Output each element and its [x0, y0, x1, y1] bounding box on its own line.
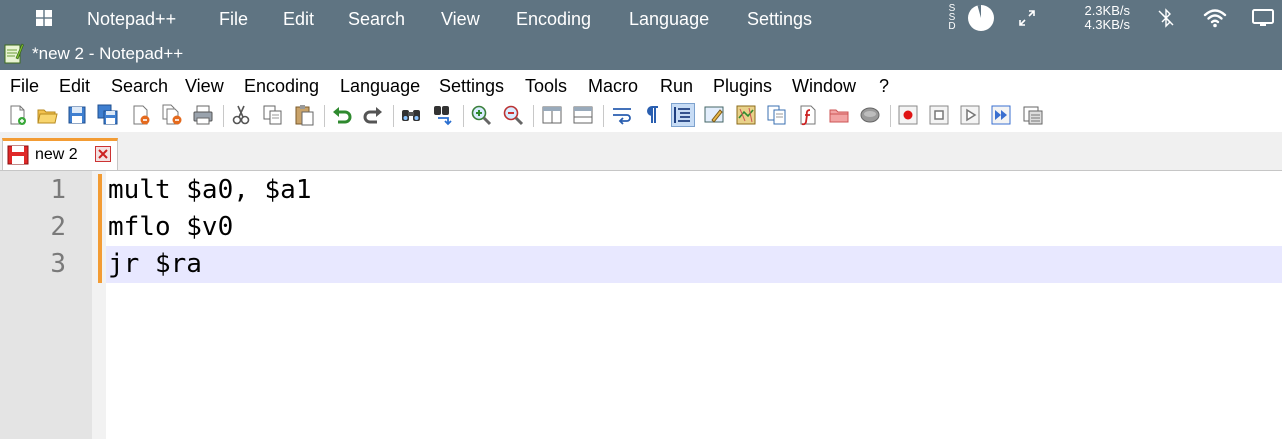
- open-file-icon[interactable]: [36, 104, 58, 126]
- play-macro-icon[interactable]: [959, 104, 981, 126]
- folder-as-workspace-icon[interactable]: [828, 104, 850, 126]
- replace-icon[interactable]: [432, 104, 454, 126]
- indent-guide-icon[interactable]: [671, 103, 695, 127]
- unsaved-file-icon: [7, 145, 29, 165]
- close-icon[interactable]: [130, 104, 152, 126]
- menu-language[interactable]: Language: [340, 76, 420, 96]
- show-all-characters-icon[interactable]: [641, 104, 663, 126]
- toolbar-separator: [463, 105, 464, 127]
- new-file-icon[interactable]: [7, 104, 29, 126]
- save-all-icon[interactable]: [97, 104, 119, 126]
- system-menu-view[interactable]: View: [441, 9, 480, 29]
- editor-area[interactable]: 1 2 3 mult $a0, $a1 mflo $v0 jr $ra: [0, 171, 1282, 439]
- tab-label: new 2: [35, 146, 78, 163]
- system-menu-search[interactable]: Search: [348, 9, 405, 29]
- toolbar-separator: [533, 105, 534, 127]
- menu-help[interactable]: ?: [879, 76, 889, 96]
- line-number: 1: [50, 175, 66, 205]
- cut-icon[interactable]: [230, 104, 252, 126]
- menu-bar: File Edit Search View Encoding Language …: [0, 70, 1282, 100]
- zoom-out-icon[interactable]: [502, 104, 524, 126]
- menu-plugins[interactable]: Plugins: [713, 76, 772, 96]
- run-macro-multiple-icon[interactable]: [990, 104, 1012, 126]
- code-line[interactable]: jr $ra: [106, 246, 1282, 283]
- copy-icon[interactable]: [262, 104, 284, 126]
- ssd-label: S S D: [948, 3, 956, 32]
- toolbar-separator: [393, 105, 394, 127]
- network-speed[interactable]: 2.3KB/s 4.3KB/s: [1064, 4, 1130, 32]
- menu-view[interactable]: View: [185, 76, 224, 96]
- system-menu-edit[interactable]: Edit: [283, 9, 314, 29]
- windows-logo-icon[interactable]: [36, 10, 52, 26]
- tab-close-icon[interactable]: [95, 146, 111, 162]
- menu-run[interactable]: Run: [660, 76, 693, 96]
- sync-vertical-icon[interactable]: [541, 104, 563, 126]
- window-title: *new 2 - Notepad++: [32, 44, 184, 63]
- paste-icon[interactable]: [293, 104, 315, 126]
- notepad-plus-plus-logo-icon: [4, 43, 24, 64]
- undo-icon[interactable]: [331, 104, 353, 126]
- line-number: 2: [50, 212, 66, 242]
- save-macro-icon[interactable]: [1022, 104, 1044, 126]
- toolbar-separator: [603, 105, 604, 127]
- tab-new-2[interactable]: new 2: [2, 138, 118, 170]
- bluetooth-off-icon[interactable]: [1156, 8, 1176, 28]
- wifi-icon[interactable]: [1203, 8, 1227, 28]
- menu-edit[interactable]: Edit: [59, 76, 90, 96]
- window-title-bar: *new 2 - Notepad++: [0, 38, 1282, 70]
- record-macro-icon[interactable]: [897, 104, 919, 126]
- document-map-icon[interactable]: [735, 104, 757, 126]
- toolbar-separator: [324, 105, 325, 127]
- code-line[interactable]: mflo $v0: [106, 209, 1282, 246]
- toolbar-separator: [890, 105, 891, 127]
- system-app-name[interactable]: Notepad++: [87, 9, 176, 29]
- menu-search[interactable]: Search: [111, 76, 168, 96]
- close-all-icon[interactable]: [161, 104, 183, 126]
- find-icon[interactable]: [400, 104, 422, 126]
- print-icon[interactable]: [192, 104, 214, 126]
- expand-arrows-icon[interactable]: [1018, 9, 1036, 27]
- save-icon[interactable]: [66, 104, 88, 126]
- disk-usage-pie-icon[interactable]: [967, 4, 995, 32]
- system-menu-encoding[interactable]: Encoding: [516, 9, 591, 29]
- zoom-in-icon[interactable]: [470, 104, 492, 126]
- document-list-icon[interactable]: [766, 104, 788, 126]
- stop-recording-icon[interactable]: [928, 104, 950, 126]
- network-upload-speed: 2.3KB/s: [1084, 3, 1130, 18]
- sync-horizontal-icon[interactable]: [572, 104, 594, 126]
- system-menu-language[interactable]: Language: [629, 9, 709, 29]
- code-text: jr $ra: [108, 249, 202, 279]
- menu-encoding[interactable]: Encoding: [244, 76, 319, 96]
- network-download-speed: 4.3KB/s: [1084, 17, 1130, 32]
- tab-strip: new 2: [0, 132, 1282, 171]
- menu-window[interactable]: Window: [792, 76, 856, 96]
- word-wrap-icon[interactable]: [611, 104, 633, 126]
- system-menu-file[interactable]: File: [219, 9, 248, 29]
- toolbar: [0, 100, 1282, 132]
- redo-icon[interactable]: [362, 104, 384, 126]
- code-text: mult $a0, $a1: [108, 175, 312, 205]
- function-list-icon[interactable]: [797, 104, 819, 126]
- menu-macro[interactable]: Macro: [588, 76, 638, 96]
- line-number: 3: [50, 249, 66, 279]
- code-text: mflo $v0: [108, 212, 234, 242]
- user-language-icon[interactable]: [703, 104, 725, 126]
- toolbar-separator: [223, 105, 224, 127]
- code-line[interactable]: mult $a0, $a1: [106, 172, 1282, 209]
- system-menu-settings[interactable]: Settings: [747, 9, 812, 29]
- menu-settings[interactable]: Settings: [439, 76, 504, 96]
- change-history-marker: [98, 174, 102, 283]
- menu-tools[interactable]: Tools: [525, 76, 567, 96]
- monitoring-icon[interactable]: [859, 104, 881, 126]
- monitor-icon[interactable]: [1251, 8, 1275, 28]
- menu-file[interactable]: File: [10, 76, 39, 96]
- system-top-bar: Notepad++ File Edit Search View Encoding…: [0, 0, 1282, 38]
